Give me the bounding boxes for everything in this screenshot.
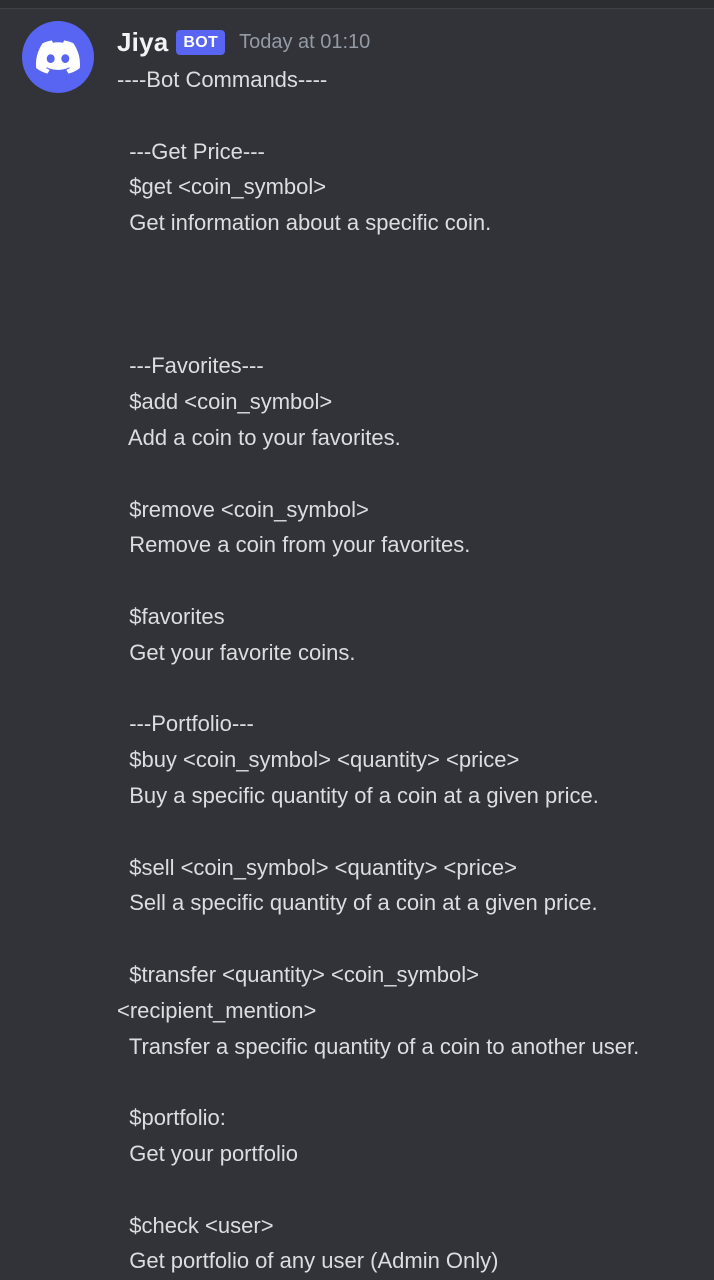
message-line: <recipient_mention>	[117, 997, 317, 1023]
avatar[interactable]	[22, 21, 94, 93]
message-line: ---Favorites---	[117, 353, 264, 379]
message-line	[117, 563, 707, 599]
message-line	[117, 456, 707, 492]
message-line: Get your favorite coins.	[117, 639, 356, 665]
message-line	[117, 1172, 707, 1208]
discord-logo-icon	[36, 40, 80, 74]
message-line: $remove <coin_symbol>	[117, 496, 369, 522]
message-line: ----Bot Commands----	[117, 67, 328, 92]
message-line: Get information about a specific coin.	[117, 210, 492, 236]
timestamp: Today at 01:10	[239, 30, 371, 53]
message-line: ---Portfolio---	[117, 711, 254, 737]
message-line: $get <coin_symbol>	[117, 174, 327, 200]
message-line: $buy <coin_symbol> <quantity> <price>	[117, 747, 520, 773]
message-content: ----Bot Commands---- ---Get Price--- $ge…	[117, 62, 707, 1279]
message-line: Get portfolio of any user (Admin Only)	[117, 1248, 499, 1274]
message-line	[117, 671, 707, 707]
bot-badge: BOT	[176, 29, 226, 55]
message-header: Jiya BOT Today at 01:10	[117, 24, 370, 60]
message-line: Add a coin to your favorites.	[117, 424, 401, 450]
message-line	[117, 1064, 707, 1100]
message-line	[117, 814, 707, 850]
message-line	[117, 313, 707, 349]
message-line: Remove a coin from your favorites.	[117, 532, 471, 558]
message-line: $sell <coin_symbol> <quantity> <price>	[117, 854, 517, 880]
message-line: $check <user>	[117, 1212, 274, 1238]
message-line	[117, 921, 707, 957]
message-line: Sell a specific quantity of a coin at a …	[117, 890, 598, 916]
message-line: Get your portfolio	[117, 1140, 298, 1166]
message-line: ---Get Price---	[117, 138, 265, 164]
username[interactable]: Jiya	[117, 27, 168, 58]
message-line: $portfolio:	[117, 1105, 226, 1131]
chat-message: Jiya BOT Today at 01:10 ----Bot Commands…	[0, 0, 714, 1280]
message-line	[117, 277, 707, 313]
message-line: Buy a specific quantity of a coin at a g…	[117, 782, 599, 808]
message-line: Transfer a specific quantity of a coin t…	[117, 1033, 640, 1059]
message-line	[117, 98, 707, 134]
message-line: $favorites	[117, 603, 225, 629]
message-line: $transfer <quantity> <coin_symbol>	[117, 961, 479, 987]
message-line	[117, 241, 707, 277]
message-line: $add <coin_symbol>	[117, 389, 333, 415]
